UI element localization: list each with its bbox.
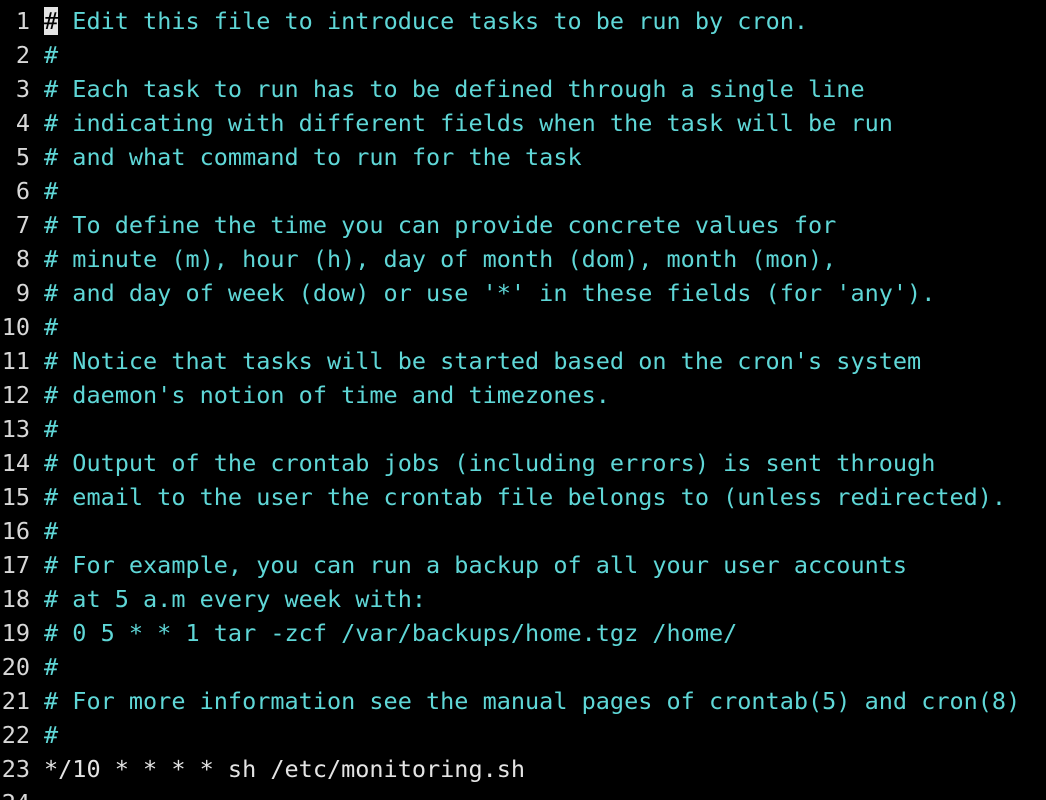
line-number: 14 <box>1 449 30 477</box>
editor-line[interactable]: 5 # and what command to run for the task <box>0 140 1046 174</box>
editor-line[interactable]: 4 # indicating with different fields when… <box>0 106 1046 140</box>
editor-line[interactable]: 1 # Edit this file to introduce tasks to … <box>0 4 1046 38</box>
editor-line[interactable]: 8 # minute (m), hour (h), day of month (d… <box>0 242 1046 276</box>
line-number: 21 <box>1 687 30 715</box>
line-number: 9 <box>15 279 30 307</box>
line-number: 15 <box>1 483 30 511</box>
line-text[interactable]: # and what command to run for the task <box>44 140 1046 174</box>
line-text[interactable]: # <box>44 412 1046 446</box>
line-number: 16 <box>1 517 30 545</box>
line-text[interactable]: # Output of the crontab jobs (including … <box>44 446 1046 480</box>
line-number: 2 <box>15 41 30 69</box>
line-number: 13 <box>1 415 30 443</box>
line-number: 4 <box>15 109 30 137</box>
line-text[interactable]: # <box>44 310 1046 344</box>
line-text-rest: Edit this file to introduce tasks to be … <box>58 7 809 35</box>
line-text[interactable]: # Notice that tasks will be started base… <box>44 344 1046 378</box>
editor-line[interactable]: 2 # <box>0 38 1046 72</box>
line-text[interactable]: # For example, you can run a backup of a… <box>44 548 1046 582</box>
line-text[interactable]: # 0 5 * * 1 tar -zcf /var/backups/home.t… <box>44 616 1046 650</box>
editor-line[interactable]: 10 # <box>0 310 1046 344</box>
editor-line[interactable]: 19 # 0 5 * * 1 tar -zcf /var/backups/home… <box>0 616 1046 650</box>
line-text[interactable]: # <box>44 38 1046 72</box>
line-number: 8 <box>15 245 30 273</box>
line-text[interactable]: # email to the user the crontab file bel… <box>44 480 1046 514</box>
editor-line[interactable]: 6 # <box>0 174 1046 208</box>
editor-line[interactable]: 22 # <box>0 718 1046 752</box>
line-text[interactable]: # <box>44 514 1046 548</box>
line-number: 5 <box>15 143 30 171</box>
line-text[interactable]: # and day of week (dow) or use '*' in th… <box>44 276 1046 310</box>
line-text[interactable]: # Each task to run has to be defined thr… <box>44 72 1046 106</box>
editor-line[interactable]: 14 # Output of the crontab jobs (includin… <box>0 446 1046 480</box>
line-number: 1 <box>15 7 30 35</box>
terminal-editor[interactable]: 1 # Edit this file to introduce tasks to … <box>0 0 1046 800</box>
editor-line[interactable]: 11 # Notice that tasks will be started ba… <box>0 344 1046 378</box>
editor-lines[interactable]: 1 # Edit this file to introduce tasks to … <box>0 4 1046 800</box>
editor-line[interactable]: 21 # For more information see the manual … <box>0 684 1046 718</box>
line-number: 17 <box>1 551 30 579</box>
line-text[interactable]: # indicating with different fields when … <box>44 106 1046 140</box>
editor-line[interactable]: 7 # To define the time you can provide co… <box>0 208 1046 242</box>
line-text[interactable]: # For more information see the manual pa… <box>44 684 1046 718</box>
editor-line[interactable]: 24 <box>0 786 1046 800</box>
line-number: 11 <box>1 347 30 375</box>
line-text[interactable]: */10 * * * * sh /etc/monitoring.sh <box>44 752 1046 786</box>
line-text[interactable]: # <box>44 650 1046 684</box>
editor-line[interactable]: 20 # <box>0 650 1046 684</box>
editor-line[interactable]: 13 # <box>0 412 1046 446</box>
line-number: 24 <box>0 786 44 800</box>
text-cursor: # <box>44 7 59 35</box>
line-text[interactable]: # at 5 a.m every week with: <box>44 582 1046 616</box>
editor-line[interactable]: 12 # daemon's notion of time and timezone… <box>0 378 1046 412</box>
editor-line[interactable]: 3 # Each task to run has to be defined th… <box>0 72 1046 106</box>
line-number: 20 <box>1 653 30 681</box>
line-text[interactable]: # daemon's notion of time and timezones. <box>44 378 1046 412</box>
editor-line[interactable]: 16 # <box>0 514 1046 548</box>
line-number: 23 <box>1 755 30 783</box>
line-text[interactable]: # minute (m), hour (h), day of month (do… <box>44 242 1046 276</box>
editor-line[interactable]: 18 # at 5 a.m every week with: <box>0 582 1046 616</box>
line-number: 3 <box>15 75 30 103</box>
line-text[interactable]: # To define the time you can provide con… <box>44 208 1046 242</box>
line-text[interactable]: # <box>44 174 1046 208</box>
line-number: 7 <box>15 211 30 239</box>
line-number: 12 <box>1 381 30 409</box>
line-number: 10 <box>1 313 30 341</box>
line-text[interactable] <box>44 786 1046 800</box>
line-number: 22 <box>1 721 30 749</box>
line-number: 6 <box>15 177 30 205</box>
line-text[interactable]: # <box>44 718 1046 752</box>
editor-line[interactable]: 15 # email to the user the crontab file b… <box>0 480 1046 514</box>
line-text[interactable]: # Edit this file to introduce tasks to b… <box>44 4 1046 38</box>
editor-line[interactable]: 23 */10 * * * * sh /etc/monitoring.sh <box>0 752 1046 786</box>
editor-line[interactable]: 9 # and day of week (dow) or use '*' in t… <box>0 276 1046 310</box>
line-number: 18 <box>1 585 30 613</box>
line-number: 19 <box>1 619 30 647</box>
editor-line[interactable]: 17 # For example, you can run a backup of… <box>0 548 1046 582</box>
